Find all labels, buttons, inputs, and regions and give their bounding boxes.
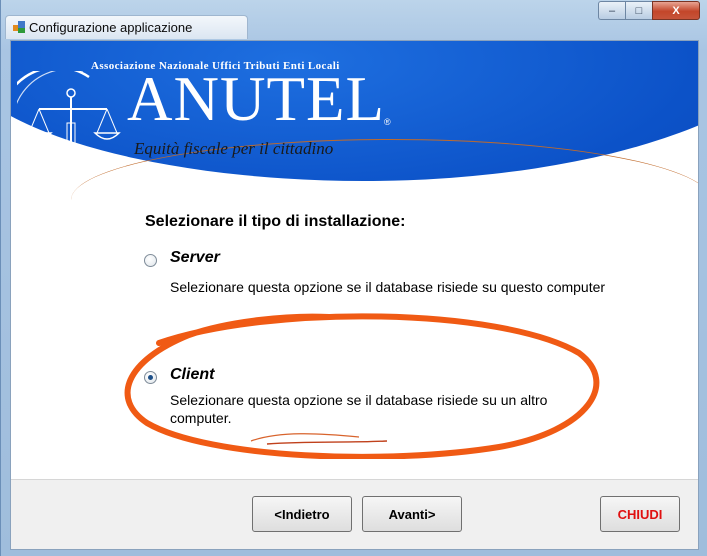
server-option-label[interactable]: Server <box>170 249 220 267</box>
registered-mark: ® <box>384 117 391 127</box>
back-button-label: <Indietro <box>274 506 330 522</box>
window-title: Configurazione applicazione <box>29 20 193 35</box>
title-bar[interactable]: Configurazione applicazione – □ X <box>1 0 707 44</box>
anutel-logo-text: ANUTEL <box>127 64 385 134</box>
server-option-description: Selezionare questa opzione se il databas… <box>170 279 606 295</box>
app-icon <box>13 21 25 33</box>
next-button[interactable]: Avanti> <box>362 496 462 532</box>
installation-type-heading: Selezionare il tipo di installazione: <box>145 213 406 230</box>
client-area: Associazione Nazionale Uffici Tributi En… <box>10 40 699 550</box>
title-tab: Configurazione applicazione <box>5 15 248 39</box>
anutel-banner: Associazione Nazionale Uffici Tributi En… <box>11 41 698 186</box>
maximize-icon: □ <box>635 4 643 17</box>
button-bar: <Indietro Avanti> CHIUDI <box>11 479 698 549</box>
close-icon: X <box>672 4 680 17</box>
minimize-icon: – <box>608 4 616 17</box>
minimize-button[interactable]: – <box>598 1 625 20</box>
scales-of-justice-icon <box>17 71 121 173</box>
window-controls: – □ X <box>598 1 700 21</box>
next-button-label: Avanti> <box>388 506 436 522</box>
close-button-label: CHIUDI <box>617 506 663 522</box>
highlight-ellipse <box>124 313 600 459</box>
banner-slogan: Equità fiscale per il cittadino <box>134 139 334 158</box>
close-button[interactable]: CHIUDI <box>600 496 680 532</box>
server-radio[interactable] <box>144 254 157 267</box>
back-button[interactable]: <Indietro <box>252 496 352 532</box>
app-window: Configurazione applicazione – □ X Associ… <box>0 0 707 556</box>
close-window-button[interactable]: X <box>652 1 700 20</box>
maximize-button[interactable]: □ <box>625 1 652 20</box>
